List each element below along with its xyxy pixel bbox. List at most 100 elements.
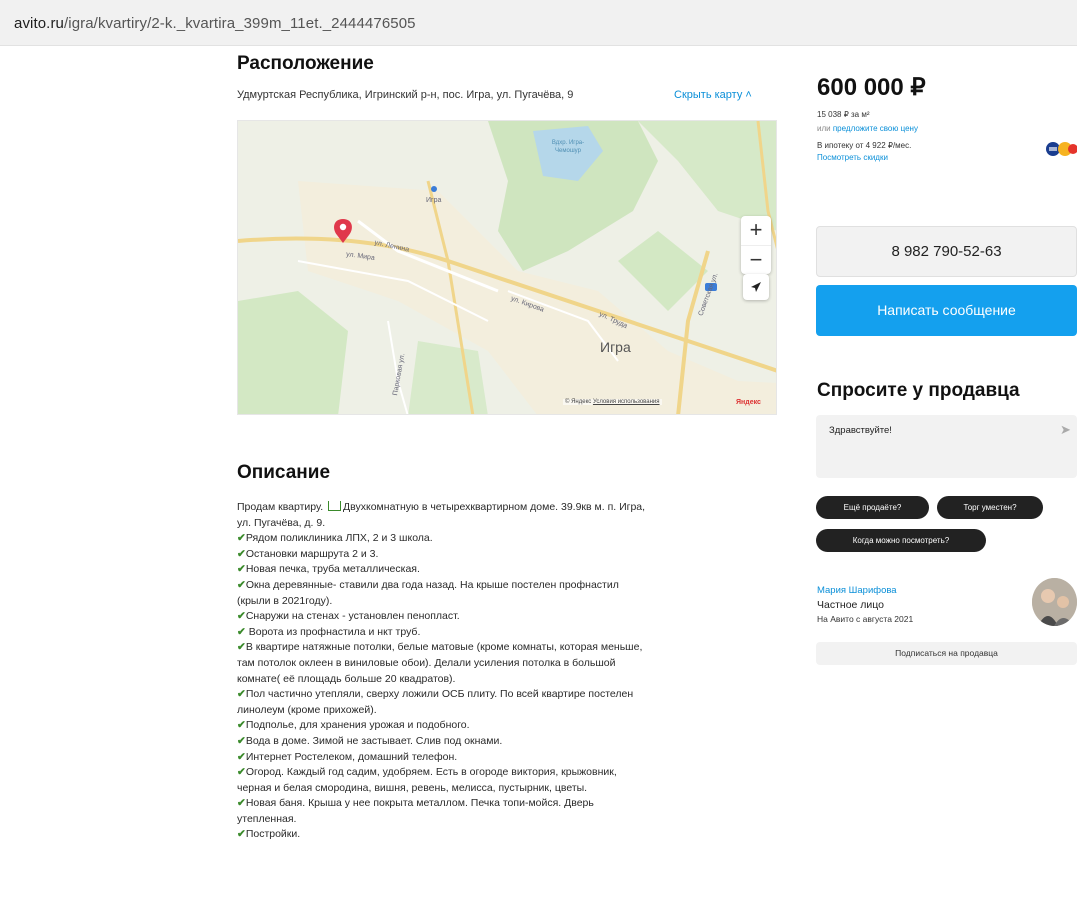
description-line: ✔Новая баня. Крыша у нее покрыта металло…	[237, 796, 782, 812]
description-line-text: Вода в доме. Зимой не застывает. Слив по…	[245, 734, 503, 747]
quick-question-chip[interactable]: Торг уместен?	[937, 496, 1043, 519]
description-line: ✔В квартире натяжные потолки, белые мато…	[237, 640, 782, 656]
check-icon: ✔	[237, 734, 246, 747]
description-line: линолеум (кроме прихожей).	[237, 703, 782, 719]
subscribe-seller-button[interactable]: Подписаться на продавца	[816, 642, 1077, 665]
check-icon: ✔	[237, 750, 246, 763]
description-line: ✔Подполье, для хранения урожая и подобно…	[237, 718, 782, 734]
check-icon: ✔	[237, 719, 246, 732]
description-line: там потолок оклеен в виниловые обои). Де…	[237, 656, 782, 672]
attribution-text: © Яндекс	[565, 399, 592, 405]
map-canvas	[238, 121, 776, 414]
seller-avatar[interactable]	[1032, 578, 1077, 626]
zoom-out-button[interactable]: −	[741, 245, 771, 274]
bank-logo-icon[interactable]	[1045, 141, 1077, 157]
description-line: ✔Рядом поликлиника ЛПХ, 2 и 3 школа.	[237, 531, 782, 547]
description-line-text: утепленная.	[237, 812, 297, 825]
terms-link[interactable]: Условия использования	[593, 399, 660, 405]
browser-address-bar[interactable]: avito.ru/igra/kvartiry/2-k._kvartira_399…	[0, 0, 1077, 46]
check-icon: ✔	[237, 797, 246, 810]
description-line-text: там потолок оклеен в виниловые обои). Де…	[237, 656, 616, 669]
description-line-text: линолеум (кроме прихожей).	[237, 703, 377, 716]
description-line: ул. Пугачёва, д. 9.	[237, 516, 326, 529]
description-title: Описание	[237, 462, 331, 483]
avatar-photo	[1032, 578, 1077, 626]
description-line-text: Интернет Ростелеком, домашний телефон.	[245, 750, 458, 763]
description-line: ✔Вода в доме. Зимой не застывает. Слив п…	[237, 734, 782, 750]
discounts-link[interactable]: Посмотреть скидки	[817, 153, 888, 162]
description-line: ✔Постройки.	[237, 827, 782, 843]
ask-seller-box: ➤	[816, 415, 1077, 478]
map-zoom-control: + −	[741, 216, 771, 274]
description-line: ✔Снаружи на стенах - установлен пеноплас…	[237, 609, 782, 625]
description-line: ✔ Ворота из профнастила и нкт труб.	[237, 625, 782, 641]
check-icon: ✔	[237, 625, 246, 638]
description-line-text: Подполье, для хранения урожая и подобног…	[245, 719, 470, 732]
show-phone-button[interactable]: 8 982 790-52-63	[816, 226, 1077, 277]
map-attribution: © Яндекс Условия использования	[563, 399, 662, 405]
location-arrow-icon	[751, 282, 761, 292]
description-line-text: Окна деревянные- ставили два года назад.…	[245, 578, 619, 591]
check-icon: ✔	[237, 532, 246, 545]
house-icon	[328, 501, 342, 511]
url-host: avito.ru	[14, 15, 64, 32]
description-line-text: Рядом поликлиника ЛПХ, 2 и 3 школа.	[245, 532, 433, 545]
seller-since: На Авито с августа 2021	[817, 614, 914, 624]
check-icon: ✔	[237, 641, 246, 654]
url-path: /igra/kvartiry/2-k._kvartira_399m_11et._…	[64, 15, 416, 32]
zoom-in-button[interactable]: +	[741, 216, 771, 245]
intro-text: Двухкомнатную в четырехквартирном доме. …	[343, 501, 646, 513]
ask-seller-title: Спросите у продавца	[817, 380, 1020, 401]
check-icon: ✔	[237, 688, 246, 701]
url-text[interactable]: avito.ru/igra/kvartiry/2-k._kvartira_399…	[14, 15, 416, 32]
hide-map-link[interactable]: Скрыть карту ˄	[674, 89, 752, 101]
description-line-text: В квартире натяжные потолки, белые матов…	[245, 641, 643, 654]
description-line: (крыли в 2021году).	[237, 594, 782, 610]
description-line-text: Новая баня. Крыша у нее покрыта металлом…	[245, 797, 594, 810]
check-icon: ✔	[237, 563, 246, 576]
address-text: Удмуртская Республика, Игринский р-н, по…	[237, 89, 574, 101]
description-line: ✔Интернет Ростелеком, домашний телефон.	[237, 750, 782, 766]
description-line-text: Ворота из профнастила и нкт труб.	[245, 625, 421, 638]
write-message-button[interactable]: Написать сообщение	[816, 285, 1077, 336]
chevron-up-icon: ˄	[745, 89, 752, 101]
offer-price-link[interactable]: предложите свою цену	[833, 124, 918, 133]
description-line: ✔Окна деревянные- ставили два года назад…	[237, 578, 782, 594]
check-icon: ✔	[237, 547, 246, 560]
location-title: Расположение	[237, 53, 374, 74]
seller-name-link[interactable]: Мария Шарифова	[817, 585, 897, 596]
description-line: черная и белая смородина, вишня, ревень,…	[237, 781, 782, 797]
quick-question-chip[interactable]: Когда можно посмотреть?	[816, 529, 986, 552]
mortgage-text: В ипотеку от 4 922 ₽/мес.	[817, 141, 912, 150]
yandex-logo[interactable]: Яндекс	[736, 399, 761, 406]
description-line: ✔Новая печка, труба металлическая.	[237, 562, 782, 578]
description-line: ✔Пол частично утепляли, сверху ложили ОС…	[237, 687, 782, 703]
description-text: Продам квартиру. Двухкомнатную в четырех…	[237, 500, 782, 843]
description-line-text: Огород. Каждый год садим, удобряем. Есть…	[245, 766, 617, 779]
description-line-text: Новая печка, труба металлическая.	[245, 563, 420, 576]
check-icon: ✔	[237, 610, 246, 623]
map[interactable]: Вдхр. Игра-Чемошур Игра ул. Ленина ул. М…	[237, 120, 777, 415]
price: 600 000 ₽	[817, 74, 926, 101]
send-icon[interactable]: ➤	[1060, 422, 1071, 438]
quick-question-chip[interactable]: Ещё продаёте?	[816, 496, 929, 519]
check-icon: ✔	[237, 828, 246, 841]
ask-seller-input[interactable]	[829, 425, 1049, 436]
locate-button[interactable]	[743, 274, 769, 300]
description-line-text: Постройки.	[245, 828, 301, 841]
seller-type: Частное лицо	[817, 599, 885, 611]
description-line-text: Пол частично утепляли, сверху ложили ОСБ…	[245, 688, 634, 701]
price-per-m2: 15 038 ₽ за м²	[817, 110, 870, 119]
description-line: комнате( её площадь больше 20 квадратов)…	[237, 672, 782, 688]
map-town-label: Игра	[600, 339, 631, 355]
map-poi-label: Игра	[426, 197, 442, 204]
description-line-text: комнате( её площадь больше 20 квадратов)…	[237, 672, 456, 685]
description-line: Продам квартиру. Двухкомнатную в четырех…	[237, 500, 782, 516]
hide-map-label: Скрыть карту	[674, 89, 743, 101]
check-icon: ✔	[237, 766, 246, 779]
description-line-text: черная и белая смородина, вишня, ревень,…	[237, 781, 588, 794]
description-line: ✔Остановки маршрута 2 и 3.	[237, 547, 782, 563]
check-icon: ✔	[237, 578, 246, 591]
description-line: утепленная.	[237, 812, 782, 828]
description-line-text: Остановки маршрута 2 и 3.	[245, 547, 379, 560]
